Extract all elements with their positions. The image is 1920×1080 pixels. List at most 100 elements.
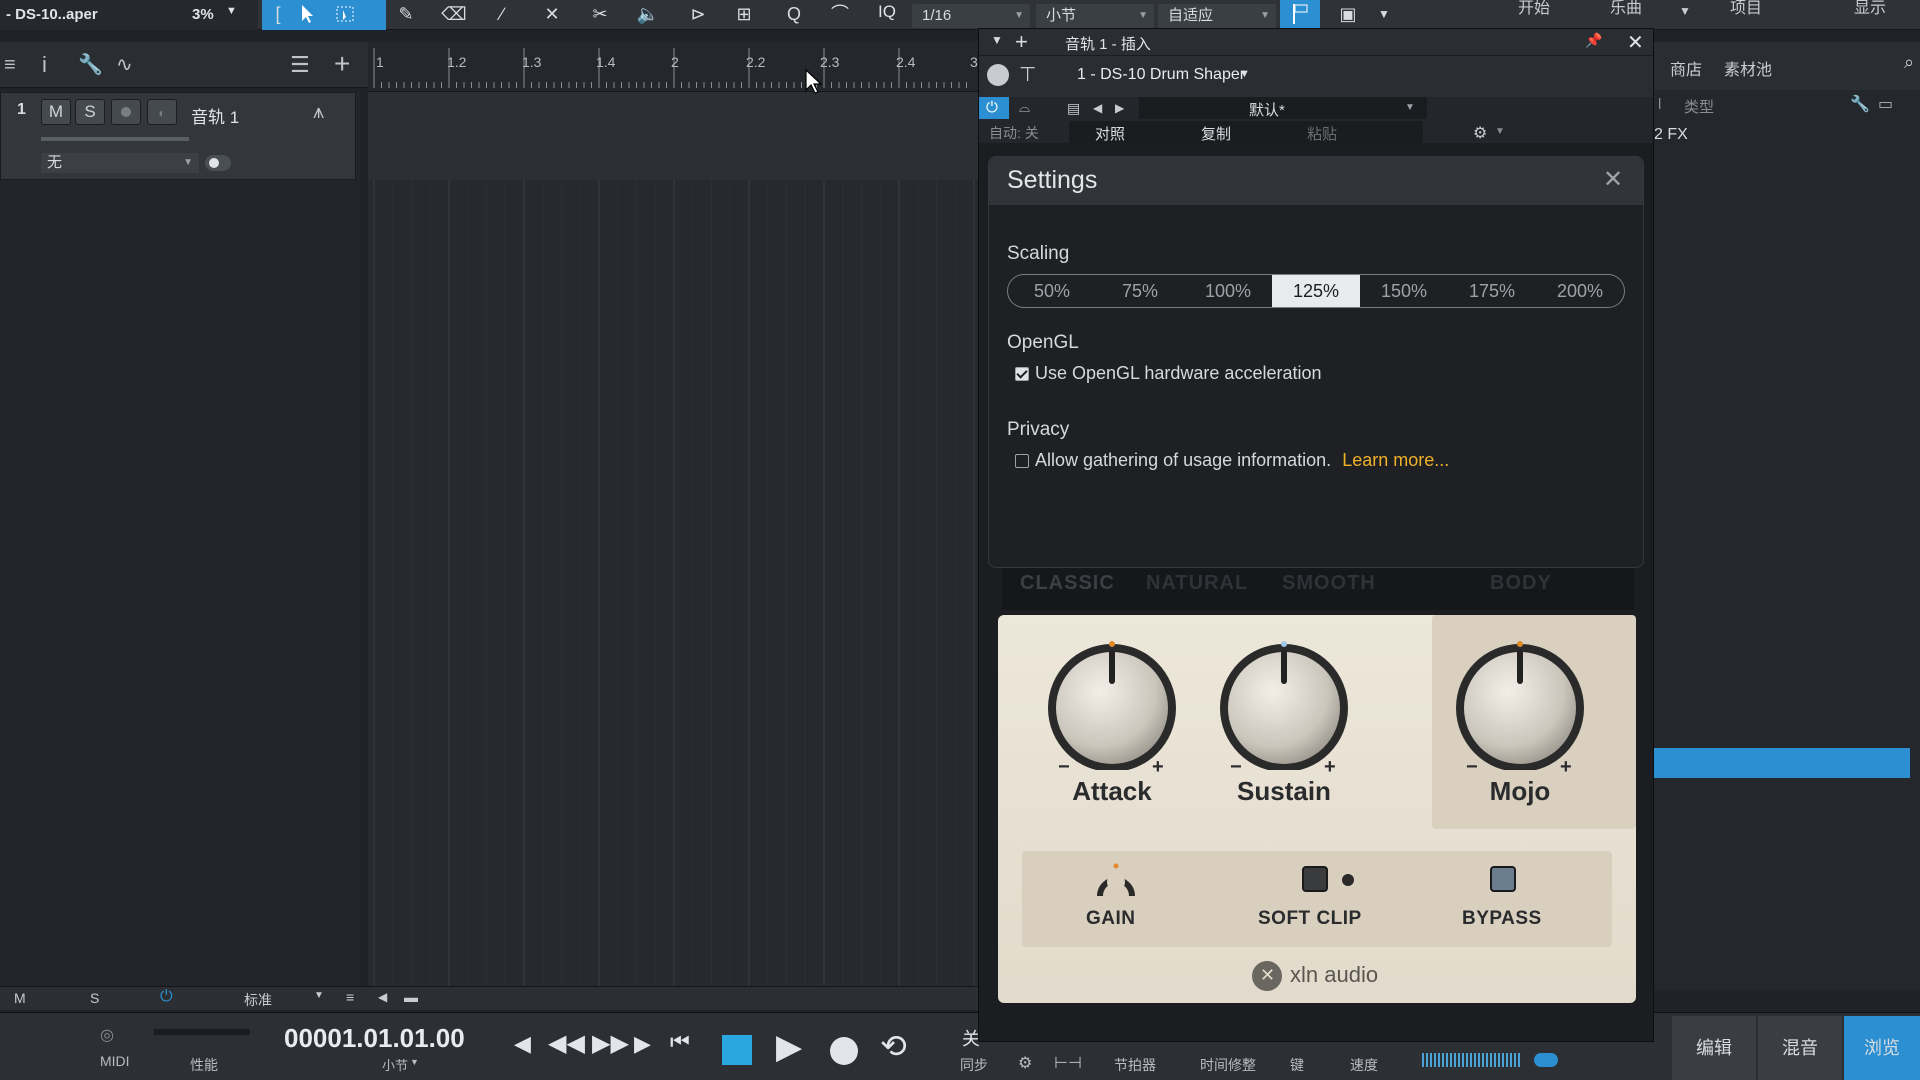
position-unit[interactable]: 小节 xyxy=(382,1055,408,1074)
prev-preset-icon[interactable]: ◀ xyxy=(1093,101,1102,115)
flag-button[interactable] xyxy=(1280,0,1320,30)
prev-marker-icon[interactable]: ◀ xyxy=(514,1031,531,1057)
scroll-left-icon[interactable]: ◀ xyxy=(378,990,387,1004)
automation-icon[interactable]: ∿ xyxy=(116,52,133,77)
column-type[interactable]: 类型 xyxy=(1684,96,1714,117)
power-icon[interactable]: ⏻ xyxy=(160,988,173,1006)
chevron-down-icon[interactable]: ▼ xyxy=(1495,126,1505,137)
quantize-dropdown[interactable]: 1/16 ▼ xyxy=(912,4,1030,28)
wrench-icon[interactable]: 🔧 xyxy=(1850,94,1870,114)
snap-dropdown[interactable]: 自适应 ▼ xyxy=(1158,4,1276,28)
master-toggle[interactable] xyxy=(1534,1053,1558,1067)
bracket-icon[interactable]: [ xyxy=(264,2,292,26)
menu-song[interactable]: 乐曲 xyxy=(1586,0,1666,30)
auto-label[interactable]: 自动: 关 xyxy=(989,123,1039,143)
record-button[interactable] xyxy=(830,1037,858,1065)
pin-icon[interactable]: 📌 xyxy=(1585,32,1602,49)
tab-store[interactable]: 商店 xyxy=(1670,56,1702,80)
key-label[interactable]: 键 xyxy=(1290,1055,1304,1075)
attack-knob[interactable] xyxy=(1044,638,1180,770)
scale-option-150[interactable]: 150% xyxy=(1360,275,1448,307)
listen-tool-icon[interactable]: 🔈 xyxy=(634,2,662,26)
chevron-down-icon[interactable]: ▼ xyxy=(410,1057,419,1067)
arrange-area[interactable] xyxy=(368,92,980,990)
search-icon[interactable]: ⌕ xyxy=(1904,52,1914,73)
browser-selected-item[interactable] xyxy=(1654,748,1910,778)
plugin-name[interactable]: 1 - DS-10 Drum Shaper xyxy=(1077,66,1245,84)
chevron-down-icon[interactable]: ▼ xyxy=(1370,2,1398,26)
menu-project[interactable]: 项目 xyxy=(1706,0,1786,30)
gear-icon[interactable]: ⚙ xyxy=(1473,123,1487,143)
power-button[interactable]: ⏻ xyxy=(979,97,1009,119)
menu-start[interactable]: 开始 xyxy=(1494,0,1574,30)
chevron-down-icon[interactable]: ▼ xyxy=(991,33,1003,47)
tab-pool[interactable]: 素材池 xyxy=(1724,56,1772,80)
track-row[interactable]: 1 M S ◐ 音轨 1 ⩚ 无 ▼ xyxy=(0,92,356,180)
return-to-zero-icon[interactable]: ⏮ xyxy=(670,1029,690,1055)
learn-more-link[interactable]: Learn more... xyxy=(1342,450,1449,470)
split-tool-icon[interactable]: ✂ xyxy=(586,2,614,26)
loop-icon[interactable]: ⌒ xyxy=(826,2,854,26)
sustain-knob[interactable] xyxy=(1216,638,1352,770)
mode-body[interactable]: BODY xyxy=(1490,572,1552,595)
mute-button[interactable]: M xyxy=(41,99,71,125)
track-name[interactable]: 音轨 1 xyxy=(191,103,239,128)
preset-dropdown[interactable]: 默认* ▼ xyxy=(1139,97,1427,119)
stop-button[interactable] xyxy=(722,1035,752,1065)
mute-tool-icon[interactable]: ✕ xyxy=(538,2,566,26)
eraser-icon[interactable]: ⌫ xyxy=(440,2,468,26)
opengl-checkbox[interactable] xyxy=(1015,367,1029,381)
iq-label[interactable]: IQ xyxy=(878,2,896,22)
position-display[interactable]: 00001.01.01.00 xyxy=(284,1023,465,1054)
chevron-down-icon[interactable]: ▼ xyxy=(1239,68,1250,80)
timeline-ruler[interactable]: 1 1.2 1.3 1.4 2 2.2 2.3 2.4 3 xyxy=(368,42,980,92)
list-icon[interactable]: ☰ xyxy=(290,52,310,78)
compare-button[interactable]: 对照 xyxy=(1095,123,1125,144)
strip-s[interactable]: S xyxy=(90,990,99,1006)
gear-icon[interactable]: ⚙ xyxy=(1018,1053,1032,1073)
scale-option-50[interactable]: 50% xyxy=(1008,275,1096,307)
chevron-down-icon[interactable]: ▼ xyxy=(1676,2,1694,32)
pencil-icon[interactable]: ✎ xyxy=(392,2,420,26)
cpu-dropdown-icon[interactable]: ▼ xyxy=(226,5,237,17)
time-correct-label[interactable]: 时间修整 xyxy=(1200,1055,1256,1075)
range-tool-icon[interactable] xyxy=(332,2,360,26)
close-icon[interactable]: ✕ xyxy=(1627,30,1644,55)
metronome-icon[interactable]: ▣ xyxy=(1334,2,1362,26)
info-icon[interactable]: i xyxy=(42,52,47,78)
list-icon[interactable]: ≡ xyxy=(346,989,354,1005)
track-lane[interactable] xyxy=(368,92,980,180)
copy-button[interactable]: 复制 xyxy=(1201,123,1231,144)
tab-browse[interactable]: 浏览 xyxy=(1844,1016,1920,1080)
gain-knob[interactable] xyxy=(1094,862,1138,898)
mode-smooth[interactable]: SMOOTH xyxy=(1282,572,1376,595)
scale-option-75[interactable]: 75% xyxy=(1096,275,1184,307)
paint-icon[interactable]: ∕ xyxy=(488,2,516,26)
next-preset-icon[interactable]: ▶ xyxy=(1115,101,1124,115)
mojo-knob[interactable] xyxy=(1452,638,1588,770)
standard-label[interactable]: 标准 xyxy=(244,990,272,1010)
record-arm-button[interactable] xyxy=(111,99,141,125)
play-button[interactable]: ▶ xyxy=(776,1027,802,1067)
paste-button[interactable]: 粘贴 xyxy=(1307,123,1337,144)
browser-item[interactable]: 2 FX xyxy=(1654,126,1688,144)
plugin-icon[interactable] xyxy=(987,64,1009,86)
add-track-icon[interactable]: + xyxy=(334,48,350,80)
arrow-tool-icon[interactable] xyxy=(292,2,320,26)
punch-icon[interactable]: ⊢⊣ xyxy=(1054,1053,1082,1073)
speed-label[interactable]: 速度 xyxy=(1350,1055,1378,1075)
solo-button[interactable]: S xyxy=(75,99,105,125)
quantize-q-icon[interactable]: Q xyxy=(780,2,808,26)
metronome-label[interactable]: 节拍器 xyxy=(1114,1055,1156,1075)
menu-display[interactable]: 显示 xyxy=(1830,0,1910,30)
mode-natural[interactable]: NATURAL xyxy=(1146,572,1248,595)
bypass-switch[interactable] xyxy=(1490,866,1516,892)
timebase-dropdown[interactable]: 小节 ▼ xyxy=(1036,4,1154,28)
add-icon[interactable]: + xyxy=(1015,29,1028,55)
input-toggle[interactable] xyxy=(205,155,231,171)
scale-option-100[interactable]: 100% xyxy=(1184,275,1272,307)
soft-clip-switch[interactable] xyxy=(1302,866,1328,892)
next-marker-icon[interactable]: ▶ xyxy=(634,1031,651,1057)
rewind-icon[interactable]: ◀◀ xyxy=(548,1029,585,1058)
mode-classic[interactable]: CLASSIC xyxy=(1020,572,1115,595)
